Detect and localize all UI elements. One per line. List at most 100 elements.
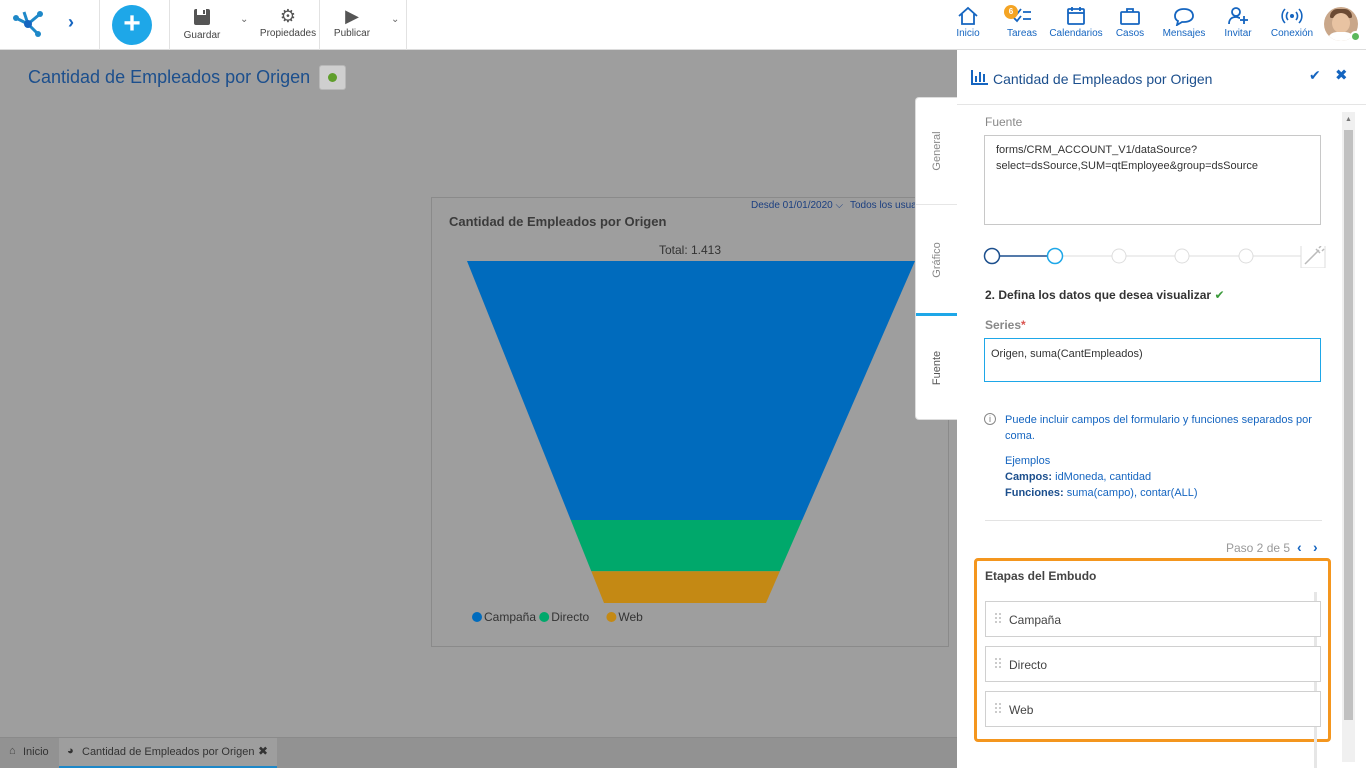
chat-bubble-icon bbox=[1174, 8, 1194, 26]
step-title-text: 2. Defina los datos que desea visualizar bbox=[985, 288, 1212, 302]
close-icon[interactable]: ✖ bbox=[1335, 66, 1348, 84]
legend-item-directo[interactable]: Directo bbox=[539, 610, 590, 624]
play-icon: ▶ bbox=[345, 6, 359, 26]
broadcast-icon bbox=[1281, 8, 1303, 24]
legend-item-campaña[interactable]: Campaña bbox=[472, 610, 536, 624]
examples-title: Ejemplos bbox=[1005, 455, 1051, 467]
step-complete-check-icon: ✔ bbox=[1214, 288, 1225, 302]
bottom-tab-home[interactable]: ⌂ Inicio bbox=[0, 738, 58, 768]
funnel-segment-campaña[interactable] bbox=[467, 261, 915, 520]
series-textarea[interactable]: Origen, suma(CantEmpleados) bbox=[984, 338, 1321, 382]
series-label: Series* bbox=[985, 318, 1026, 332]
publish-button[interactable]: ▶ Publicar bbox=[332, 6, 372, 39]
nav-messages[interactable]: Mensajes bbox=[1160, 6, 1208, 39]
chart-card: Cantidad de Empleados por Origen Desde 0… bbox=[431, 197, 949, 647]
funnel-stage-label: Campaña bbox=[1009, 613, 1062, 627]
home-icon: ⌂ bbox=[9, 745, 16, 757]
properties-panel: Cantidad de Empleados por Origen ✔ ✖ Fue… bbox=[957, 50, 1366, 768]
toolbar-divider bbox=[169, 0, 170, 50]
drag-handle-icon[interactable] bbox=[995, 658, 1003, 670]
confirm-check-icon[interactable]: ✔ bbox=[1309, 67, 1321, 84]
nav-home[interactable]: Inicio bbox=[950, 6, 986, 39]
functions-label: Funciones: bbox=[1005, 487, 1064, 499]
online-status-indicator bbox=[1350, 31, 1361, 42]
scrollbar-thumb[interactable] bbox=[1344, 130, 1353, 720]
add-button[interactable]: + bbox=[112, 5, 152, 45]
briefcase-icon bbox=[1120, 8, 1140, 25]
nav-calendars[interactable]: Calendarios bbox=[1048, 6, 1104, 39]
calendar-icon bbox=[1067, 7, 1085, 25]
properties-button[interactable]: ⚙ Propiedades bbox=[258, 6, 318, 39]
properties-label: Propiedades bbox=[259, 28, 317, 39]
series-label-text: Series bbox=[985, 318, 1022, 332]
help-text: Puede incluir campos del formulario y fu… bbox=[1005, 414, 1312, 442]
funnel-stage-label: Web bbox=[1009, 703, 1034, 717]
panel-header: Cantidad de Empleados por Origen ✔ ✖ bbox=[957, 50, 1366, 105]
toolbar-divider bbox=[99, 0, 100, 50]
funnel-segment-web[interactable] bbox=[591, 571, 780, 603]
tasks-badge: 6 bbox=[1004, 5, 1018, 19]
funnel-stage-item[interactable]: Directo bbox=[985, 646, 1321, 682]
add-user-icon bbox=[1228, 7, 1248, 25]
nav-connection-label: Conexión bbox=[1270, 28, 1314, 39]
bottom-tab-current[interactable]: ◕ Cantidad de Empleados por Origen ✖ bbox=[59, 738, 277, 768]
legend-item-web[interactable]: Web bbox=[606, 610, 643, 624]
info-icon: i bbox=[984, 413, 996, 425]
nav-connection[interactable]: Conexión bbox=[1268, 6, 1316, 39]
nav-calendars-label: Calendarios bbox=[1049, 28, 1103, 39]
scroll-up-arrow-icon[interactable]: ▲ bbox=[1345, 116, 1352, 123]
floppy-disk-icon bbox=[194, 9, 210, 25]
next-step-chevron-icon[interactable]: › bbox=[1313, 539, 1318, 555]
expand-chevron-icon[interactable]: › bbox=[68, 12, 74, 33]
funnel-stage-item[interactable]: Web bbox=[985, 691, 1321, 727]
toolbar-divider bbox=[406, 0, 407, 50]
bottom-tab-bar: ⌂ Inicio ◕ Cantidad de Empleados por Ori… bbox=[0, 737, 957, 768]
panel-scrollbar[interactable]: ▲ bbox=[1342, 112, 1355, 762]
funnel-total-label: Total: 1.413 bbox=[659, 243, 721, 257]
top-toolbar: › + Guardar ⌄ ⚙ Propiedades ▶ Publicar ⌄… bbox=[0, 0, 1366, 50]
previous-step-chevron-icon[interactable]: ‹ bbox=[1297, 539, 1302, 555]
nav-tasks[interactable]: 6 Tareas bbox=[1004, 5, 1040, 39]
status-dot-icon bbox=[328, 73, 337, 82]
legend-label: Directo bbox=[551, 610, 589, 624]
bottom-tab-current-label: Cantidad de Empleados por Origen bbox=[82, 746, 255, 758]
fields-label: Campos: bbox=[1005, 471, 1053, 483]
legend-marker bbox=[539, 612, 550, 622]
legend-marker bbox=[472, 612, 482, 622]
source-label: Fuente bbox=[985, 115, 1023, 129]
nav-messages-label: Mensajes bbox=[1162, 28, 1206, 39]
save-button[interactable]: Guardar bbox=[182, 6, 222, 41]
save-dropdown-caret-icon[interactable]: ⌄ bbox=[240, 14, 248, 25]
tab-grafico-label: Gráfico bbox=[931, 241, 943, 278]
tab-grafico[interactable]: Gráfico bbox=[916, 206, 958, 313]
wizard-stepper bbox=[983, 246, 1326, 268]
side-tabs: General Gráfico Fuente bbox=[915, 97, 958, 420]
source-textarea[interactable]: forms/CRM_ACCOUNT_V1/dataSource?select=d… bbox=[984, 135, 1321, 225]
examples-block: Ejemplos Campos: idMoneda, cantidad Func… bbox=[1005, 453, 1198, 501]
tab-fuente[interactable]: Fuente bbox=[916, 313, 958, 420]
funnel-stage-item[interactable]: Campaña bbox=[985, 601, 1321, 637]
tab-fuente-label: Fuente bbox=[931, 350, 943, 386]
status-indicator-button[interactable] bbox=[319, 65, 346, 90]
funnel-chart: Total: 1.413 Campaña Directo Web bbox=[467, 243, 915, 624]
funnel-segment-directo[interactable] bbox=[570, 519, 803, 572]
page-title: Cantidad de Empleados por Origen bbox=[28, 67, 311, 87]
publish-label: Publicar bbox=[333, 28, 371, 39]
nav-cases-label: Casos bbox=[1115, 28, 1145, 39]
gear-icon: ⚙ bbox=[279, 6, 297, 26]
nav-cases[interactable]: Casos bbox=[1114, 6, 1146, 39]
toolbar-divider bbox=[319, 0, 320, 50]
drag-handle-icon[interactable] bbox=[995, 613, 1003, 625]
nav-invite[interactable]: Invitar bbox=[1220, 6, 1256, 39]
nav-tasks-label: Tareas bbox=[1006, 28, 1037, 39]
fields-value: idMoneda, cantidad bbox=[1052, 471, 1152, 483]
nav-home-label: Inicio bbox=[956, 28, 980, 39]
funnel-stage-label: Directo bbox=[1009, 658, 1048, 672]
publish-dropdown-caret-icon[interactable]: ⌄ bbox=[391, 14, 399, 25]
drag-handle-icon[interactable] bbox=[995, 703, 1003, 715]
app-logo-icon[interactable] bbox=[10, 8, 46, 40]
step-indicator: Paso 2 de 5 bbox=[1226, 541, 1291, 555]
close-tab-icon[interactable]: ✖ bbox=[258, 744, 268, 758]
tab-general[interactable]: General bbox=[916, 98, 958, 205]
funnel-stages-title: Etapas del Embudo bbox=[985, 569, 1097, 583]
